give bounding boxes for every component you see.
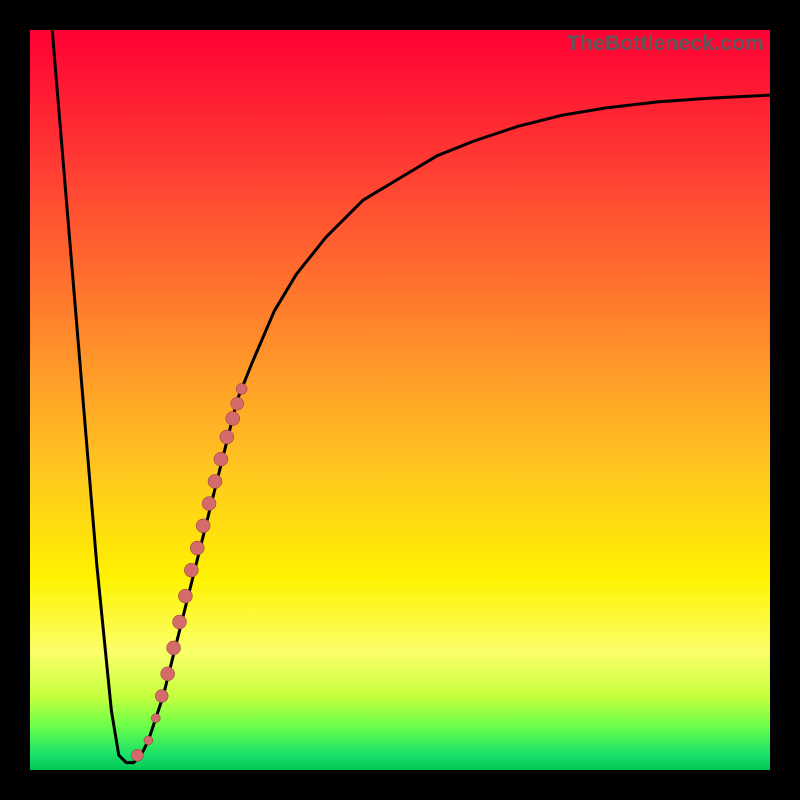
dot [144, 736, 153, 745]
v-curve-path [52, 30, 770, 763]
dot [196, 519, 210, 533]
dot [131, 749, 143, 761]
dot [190, 541, 204, 555]
plot-area: TheBottleneck.com [30, 30, 770, 770]
dot [155, 690, 168, 703]
dot [208, 474, 222, 488]
dot [151, 714, 160, 723]
dot [220, 430, 234, 444]
dot [172, 615, 186, 629]
dot [214, 452, 228, 466]
chart-svg [30, 30, 770, 770]
dot [226, 412, 240, 426]
dot [184, 563, 198, 577]
dot [161, 667, 175, 681]
dot [231, 397, 244, 410]
highlighted-dots [131, 383, 247, 761]
dot [167, 641, 181, 655]
chart-frame: TheBottleneck.com [0, 0, 800, 800]
dot [236, 383, 247, 394]
dot [202, 497, 216, 511]
dot [178, 589, 192, 603]
